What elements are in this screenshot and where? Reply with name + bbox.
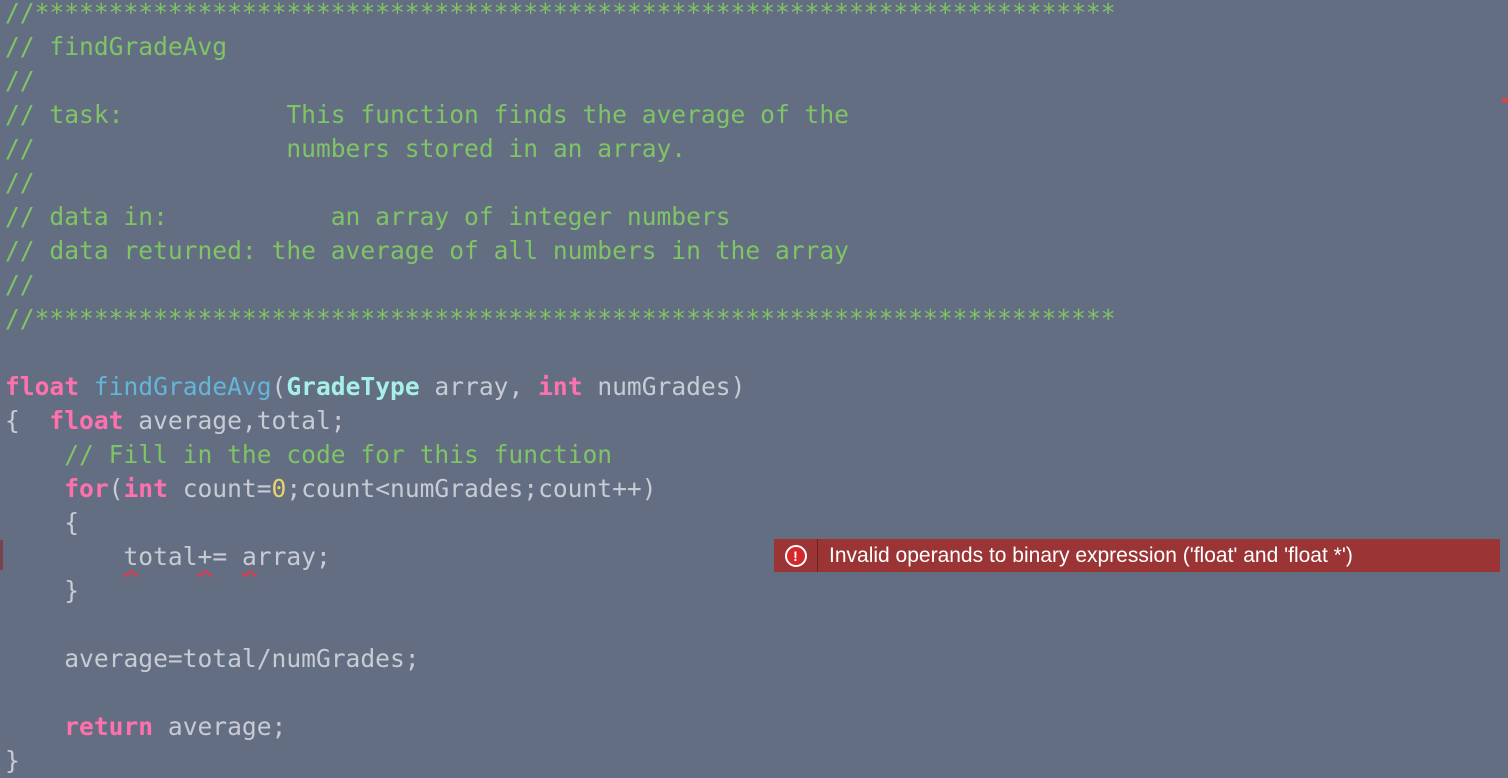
code-line[interactable]: // data returned: the average of all num… — [5, 234, 849, 268]
code-line[interactable]: return average; — [5, 710, 286, 744]
code-line[interactable]: } — [5, 574, 79, 608]
code-token: a — [241, 542, 257, 571]
code-token: ( — [271, 372, 287, 401]
code-token: ;count<numGrades;count++) — [286, 474, 657, 503]
code-token: // task: This function finds the average… — [5, 100, 849, 129]
code-line[interactable]: // — [5, 64, 35, 98]
code-token: float — [49, 406, 124, 435]
code-token: 0 — [271, 474, 287, 503]
code-token: // — [5, 270, 35, 299]
code-token: average; — [153, 712, 287, 741]
code-token: average,total; — [123, 406, 346, 435]
error-circle-icon: ! — [784, 544, 807, 567]
code-line[interactable]: // findGradeAvg — [5, 30, 227, 64]
code-token: for — [64, 474, 109, 503]
code-token: array, — [419, 372, 539, 401]
code-token: int — [538, 372, 583, 401]
code-token: { — [5, 508, 80, 537]
code-line[interactable]: average=total/numGrades; — [5, 642, 420, 676]
code-token: } — [5, 746, 20, 775]
code-token: + — [197, 542, 213, 571]
code-token: // findGradeAvg — [5, 32, 228, 61]
code-token: // data in: an array of integer numbers — [5, 202, 731, 231]
code-line[interactable]: total+= array; — [5, 540, 331, 574]
scroll-error-marker[interactable] — [1502, 98, 1508, 103]
code-line[interactable]: // — [5, 166, 35, 200]
code-token: // — [5, 168, 35, 197]
code-line[interactable]: // numbers stored in an array. — [5, 132, 686, 166]
code-token: GradeType — [286, 372, 420, 401]
code-line[interactable]: { float average,total; — [5, 404, 346, 438]
code-token: // data returned: the average of all num… — [5, 236, 849, 265]
code-token: ( — [108, 474, 124, 503]
code-token: numGrades) — [582, 372, 746, 401]
code-token: rray; — [256, 542, 331, 571]
error-message: Invalid operands to binary expression ('… — [829, 543, 1353, 567]
code-token: //**************************************… — [5, 304, 1116, 333]
code-token: // numbers stored in an array. — [5, 134, 687, 163]
code-line[interactable]: for(int count=0;count<numGrades;count++) — [5, 472, 657, 506]
code-line[interactable]: // task: This function finds the average… — [5, 98, 849, 132]
code-line[interactable]: // Fill in the code for this function — [5, 438, 612, 472]
code-line[interactable]: float findGradeAvg(GradeType array, int … — [5, 370, 745, 404]
code-token: return — [64, 712, 154, 741]
code-token: float — [5, 372, 80, 401]
error-annotation[interactable]: ! Invalid operands to binary expression … — [774, 539, 1500, 572]
code-token: average=total/numGrades; — [5, 644, 420, 673]
code-token: = — [212, 542, 242, 571]
code-line[interactable]: // — [5, 268, 35, 302]
code-editor[interactable]: //**************************************… — [0, 0, 1508, 778]
code-token: { — [5, 406, 50, 435]
code-token: //**************************************… — [5, 0, 1116, 27]
code-token: int — [123, 474, 168, 503]
code-line[interactable]: //**************************************… — [5, 302, 1116, 336]
code-line[interactable]: //**************************************… — [5, 0, 1116, 30]
error-icon-container: ! — [774, 539, 818, 572]
code-token: otal — [138, 542, 198, 571]
error-gutter-marker — [0, 540, 3, 570]
code-token: count= — [167, 474, 272, 503]
code-token: // — [5, 66, 35, 95]
code-line[interactable]: { — [5, 506, 79, 540]
code-token: } — [5, 576, 80, 605]
code-line[interactable]: // data in: an array of integer numbers — [5, 200, 731, 234]
code-token: t — [123, 542, 139, 571]
code-token: // Fill in the code for this function — [64, 440, 613, 469]
code-line[interactable]: } — [5, 744, 20, 778]
code-token: findGradeAvg — [93, 372, 272, 401]
